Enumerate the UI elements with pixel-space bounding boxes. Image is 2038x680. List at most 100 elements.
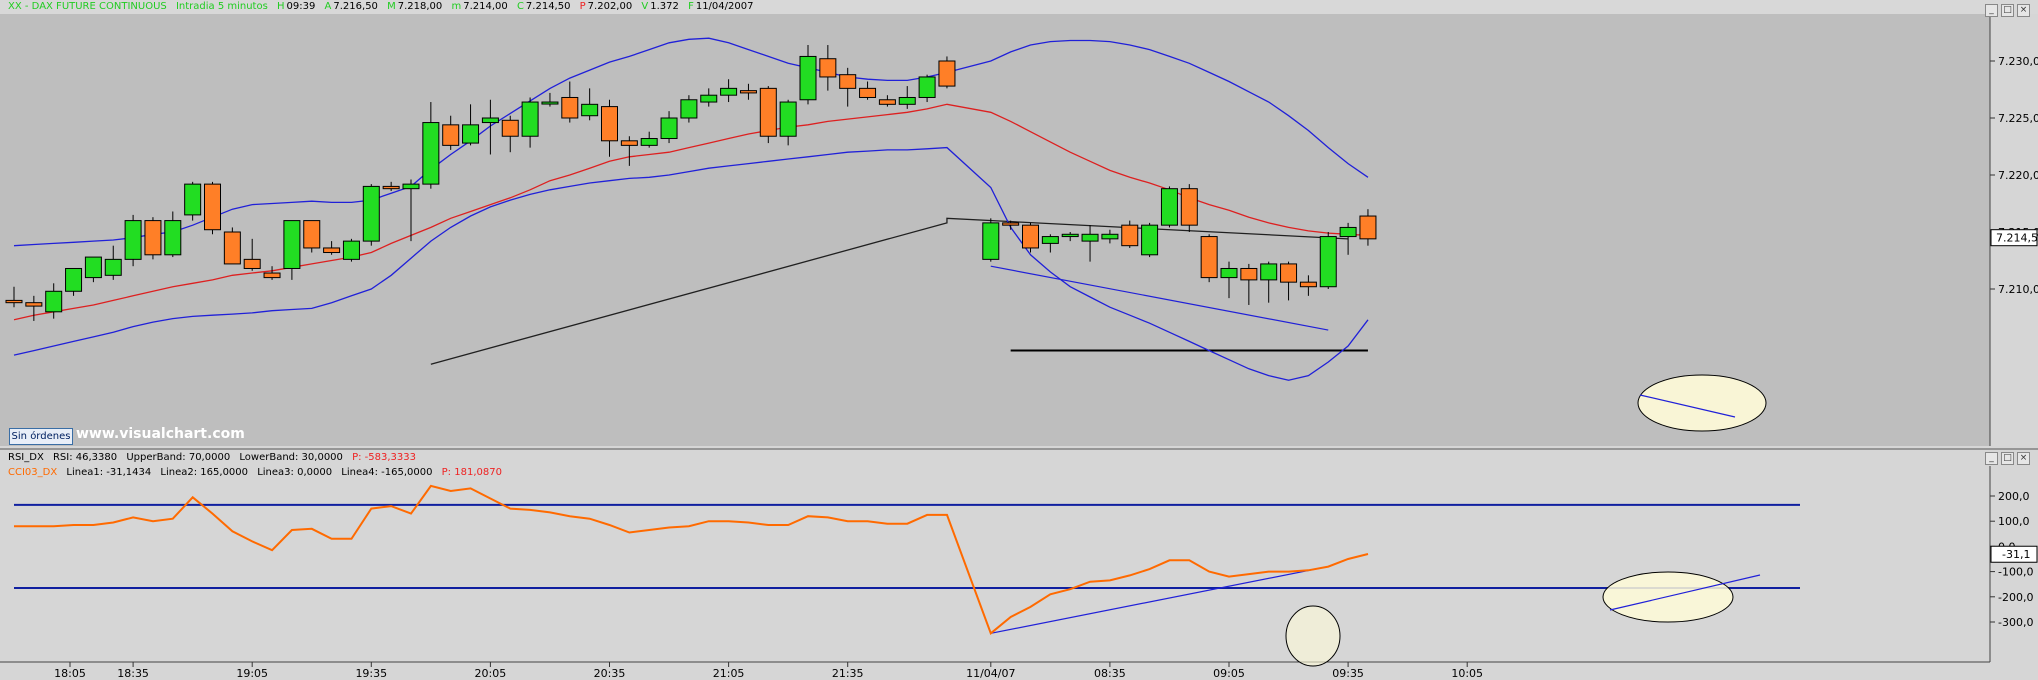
cci-highlight-ellipse [1285,605,1341,667]
date-value: 11/04/2007 [695,1,754,12]
maximize-button[interactable]: □ [2001,4,2014,17]
candle-bear [839,74,857,89]
rsi-upper: UpperBand: 70,0000 [126,452,231,463]
cci-tick-label: -300,0 [1998,616,2033,629]
time-tick-label: 09:35 [1332,667,1364,680]
open-key: A [324,1,332,12]
candle-bear [878,99,896,105]
symbol-name: XX - DAX FUTURE CONTINUOUS [8,1,167,12]
candle-bull [362,185,380,242]
candle-bull [521,101,539,137]
time-key: H [277,1,285,12]
time-tick-label: 09:05 [1213,667,1245,680]
candle-bull [402,183,420,190]
close-key: C [516,1,524,12]
indicator-minimize-button[interactable]: _ [1985,452,1998,465]
rsi-p: P: -583,3333 [352,452,416,463]
candle-bull [104,258,122,276]
time-tick-label: 19:35 [355,667,387,680]
indicator-close-button[interactable]: × [2017,452,2030,465]
cci-tick-label: 200,0 [1998,490,2030,503]
vol-value: 1.372 [650,1,679,12]
candle-bull [184,183,202,216]
chart-window: 7.230,07.225,07.220,07.215,07.210,0 7.21… [0,0,2038,680]
time-tick-label: 20:35 [594,667,626,680]
candle-bull [1319,236,1337,288]
candle-bull [422,122,440,185]
candle-bear [382,185,400,190]
date-key: F [688,1,694,12]
candle-bear [938,60,956,87]
candle-bull [982,222,1000,260]
candle-bear [1002,222,1020,226]
candle-bear [1200,236,1218,279]
cci-line1: Linea1: -31,1434 [66,467,152,478]
quote-header: XX - DAX FUTURE CONTINUOUS Intradia 5 mi… [8,0,759,14]
rsi-value: RSI: 46,3380 [52,452,118,463]
time-tick-label: 11/04/07 [966,667,1015,680]
candle-bull [1141,224,1159,256]
low-value: 7.214,00 [463,1,508,12]
candle-bull [541,101,559,105]
candle-bull [45,290,63,313]
candle-bear [819,58,837,78]
time-tick-label: 18:05 [54,667,86,680]
candle-bear [243,258,261,269]
candle-bear [501,119,519,137]
close-button[interactable]: × [2017,4,2030,17]
cci-tick-label: -100,0 [1998,566,2033,579]
candle-bear [204,183,221,231]
candle-bull [1041,236,1059,244]
time-value: 09:39 [286,1,316,12]
candle-bear [223,231,241,265]
rsi-lower: LowerBand: 30,0000 [239,452,343,463]
cci-indicator-header: CCI03_DX Linea1: -31,1434 Linea2: 165,00… [8,466,508,480]
candle-bull [918,76,936,98]
candle-bear [1022,224,1039,249]
candle-bear [1121,224,1139,247]
candle-bear [323,247,341,254]
candle-bear [1240,267,1258,281]
candle-bear [620,140,638,146]
candle-bull [660,117,678,140]
minimize-button[interactable]: _ [1985,4,1998,17]
cci-line3: Linea3: 0,0000 [257,467,333,478]
time-tick-label: 21:35 [832,667,864,680]
candle-bull [1160,188,1178,226]
cci-line2: Linea2: 165,0000 [160,467,249,478]
time-tick-label: 10:05 [1451,667,1483,680]
candle-bull [283,220,301,269]
time-axis-bg [0,662,2038,680]
time-tick-label: 20:05 [475,667,507,680]
candle-bull [640,138,658,146]
candle-bull [462,124,480,144]
candle-bear [303,220,321,249]
high-key: M [387,1,396,12]
price-tick-label: 7.220,0 [1998,169,2038,182]
cci-tick-label: -200,0 [1998,591,2033,604]
price-tick-label: 7.230,0 [1998,55,2038,68]
candle-bear [1359,215,1377,240]
orders-button[interactable]: Sin órdenes [9,428,73,445]
open-value: 7.216,50 [333,1,378,12]
candle-bull [481,117,499,124]
watermark: www.visualchart.com [76,426,245,442]
candle-bull [720,87,738,96]
cci-line4: Linea4: -165,0000 [341,467,433,478]
candle-bear [5,299,23,304]
indicator-maximize-button[interactable]: □ [2001,452,2014,465]
prev-key: P [579,1,586,12]
last-price-marker: 7.214,5 [1990,229,2038,247]
candle-bear [263,272,281,279]
candle-bull [581,103,599,117]
high-value: 7.218,00 [397,1,443,12]
low-key: m [451,1,462,12]
rsi-indicator-header: RSI_DX RSI: 46,3380 UpperBand: 70,0000 L… [8,451,422,465]
candle-bear [25,302,43,307]
candle-bull [124,220,142,260]
candle-bear [601,106,618,142]
price-highlight-ellipse [1637,374,1767,432]
candle-bull [779,101,797,137]
candle-bear [1299,281,1317,288]
candle-bear [442,124,460,146]
